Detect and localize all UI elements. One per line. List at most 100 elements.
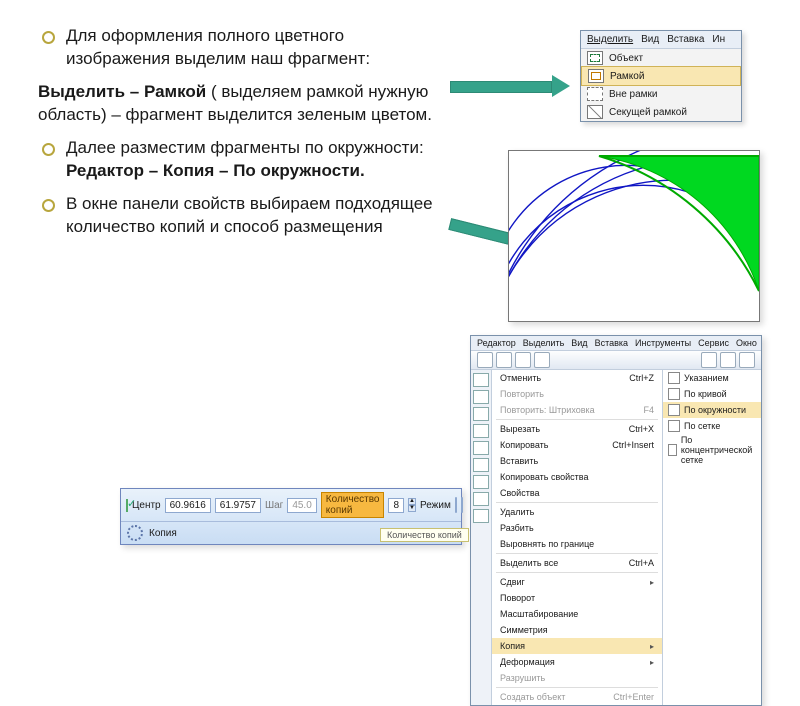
copy-submenu-item[interactable]: Указанием [663, 370, 761, 386]
side-btn[interactable] [473, 492, 489, 506]
side-btn[interactable] [473, 373, 489, 387]
editor-menu-item[interactable]: ОтменитьCtrl+Z [492, 370, 662, 386]
toolbar-btn[interactable] [477, 352, 493, 368]
select-menu-item[interactable]: Вне рамки [581, 85, 741, 103]
side-btn[interactable] [473, 407, 489, 421]
shortcut-label: Ctrl+A [629, 558, 654, 568]
editor-menu-item[interactable]: ВырезатьCtrl+X [492, 421, 662, 437]
mb-4[interactable]: Инструменты [635, 338, 691, 348]
mb-1[interactable]: Выделить [523, 338, 565, 348]
menu-item-label: Свойства [500, 488, 540, 498]
bullet-2a: Далее разместим фрагменты по окружности: [66, 138, 424, 157]
editor-menu-item[interactable]: Удалить [492, 504, 662, 520]
toolbar-btn[interactable] [515, 352, 531, 368]
menu1-tab-1[interactable]: Вид [641, 34, 659, 45]
side-btn[interactable] [473, 475, 489, 489]
side-btn[interactable] [473, 390, 489, 404]
editor-menu-item[interactable]: Выделить всеCtrl+A [492, 555, 662, 571]
mb-0[interactable]: Редактор [477, 338, 516, 348]
step-field[interactable]: 45.0 [287, 498, 316, 513]
menu-item-label: Копировать свойства [500, 472, 588, 482]
menu-item-label: Удалить [500, 507, 534, 517]
editor-menu-item[interactable]: Масштабирование [492, 606, 662, 622]
editor-menu-item[interactable]: Вставить [492, 453, 662, 469]
paragraph-select-frame: Выделить – Рамкой ( выделяем рамкой нужн… [38, 81, 438, 127]
obj-icon [587, 51, 603, 65]
toolbar-btn[interactable] [534, 352, 550, 368]
editor-toolbar [471, 351, 761, 370]
toolbar-btn[interactable] [496, 352, 512, 368]
menu-item-label: Вне рамки [609, 89, 658, 100]
submenu-icon [668, 372, 680, 384]
submenu-label: По кривой [684, 389, 727, 399]
count-label: Количество копий [321, 492, 385, 518]
copy-submenu-item[interactable]: По кривой [663, 386, 761, 402]
menu-item-label: Масштабирование [500, 609, 578, 619]
editor-menu-screenshot: Редактор Выделить Вид Вставка Инструмент… [470, 335, 762, 706]
editor-menu-item[interactable]: Разбить [492, 520, 662, 536]
submenu-icon [668, 444, 677, 456]
submenu-icon [668, 420, 680, 432]
menu1-tab-2[interactable]: Вставка [667, 34, 704, 45]
copy-submenu-item[interactable]: По сетке [663, 418, 761, 434]
center-checkbox[interactable] [126, 499, 128, 512]
editor-menu-item[interactable]: КопироватьCtrl+Insert [492, 437, 662, 453]
shortcut-label: Ctrl+Enter [613, 692, 654, 702]
side-btn[interactable] [473, 509, 489, 523]
menu1-tab-3[interactable]: Ин [712, 34, 725, 45]
mb-3[interactable]: Вставка [595, 338, 628, 348]
editor-menu-item[interactable]: Копировать свойства [492, 469, 662, 485]
menu-item-label: Вставить [500, 456, 538, 466]
menu-item-label: Объект [609, 53, 643, 64]
select-menu-item[interactable]: Рамкой [581, 66, 741, 86]
mb-5[interactable]: Сервис [698, 338, 729, 348]
submenu-icon [668, 404, 680, 416]
submenu-label: По концентрической сетке [681, 435, 756, 465]
bullet-3-text: В окне панели свойств выбираем подходяще… [66, 194, 433, 236]
menu1-tab-0[interactable]: Выделить [587, 34, 633, 45]
center-label: Центр [132, 500, 161, 511]
editor-menu-item: Разрушить [492, 670, 662, 686]
out-icon [587, 87, 603, 101]
submenu-icon [668, 388, 680, 400]
menu-item-label: Сдвиг [500, 577, 525, 587]
toolbar-btn[interactable] [701, 352, 717, 368]
submenu-arrow-icon: ▸ [650, 578, 654, 587]
mode-icon-b[interactable] [461, 497, 463, 513]
menu-item-label: Поворот [500, 593, 535, 603]
editor-menu-item[interactable]: Симметрия [492, 622, 662, 638]
center-y-field[interactable]: 61.9757 [215, 498, 261, 513]
count-field[interactable]: 8 [388, 498, 404, 513]
gear-icon[interactable] [127, 525, 143, 541]
editor-menu-item[interactable]: Сдвиг ▸ [492, 574, 662, 590]
center-x-field[interactable]: 60.9616 [165, 498, 211, 513]
editor-menu-item[interactable]: Свойства [492, 485, 662, 501]
copy-submenu-item[interactable]: По окружности [663, 402, 761, 418]
bullet-3: В окне панели свойств выбираем подходяще… [38, 193, 438, 239]
editor-menu-item[interactable]: Выровнять по границе [492, 536, 662, 552]
instruction-text: Для оформления полного цветного изображе… [38, 25, 438, 249]
submenu-label: По окружности [684, 405, 746, 415]
mb-6[interactable]: Окно [736, 338, 757, 348]
mb-2[interactable]: Вид [571, 338, 587, 348]
count-spinner[interactable]: ▲▼ [408, 498, 416, 512]
select-menu-item[interactable]: Объект [581, 49, 741, 67]
editor-menu-item: Повторить: ШтриховкаF4 [492, 402, 662, 418]
editor-menu-item[interactable]: Поворот [492, 590, 662, 606]
editor-menu-item[interactable]: Деформация▸ [492, 654, 662, 670]
submenu-arrow-icon: ▸ [650, 658, 654, 667]
editor-menu-item[interactable]: Копия▸ [492, 638, 662, 654]
editor-menu-item: Создать объектCtrl+Enter [492, 689, 662, 705]
copy-submenu-item[interactable]: По концентрической сетке [663, 434, 761, 466]
menu-item-label: Симметрия [500, 625, 548, 635]
select-menu-item[interactable]: Секущей рамкой [581, 103, 741, 121]
side-btn[interactable] [473, 424, 489, 438]
side-btn[interactable] [473, 458, 489, 472]
submenu-arrow-icon: ▸ [650, 642, 654, 651]
mode-icon-a[interactable] [455, 497, 457, 513]
side-btn[interactable] [473, 441, 489, 455]
toolbar-btn[interactable] [739, 352, 755, 368]
menu-item-label: Выровнять по границе [500, 539, 594, 549]
toolbar-btn[interactable] [720, 352, 736, 368]
bullet-2b: Редактор – Копия – По окружности. [66, 161, 365, 180]
